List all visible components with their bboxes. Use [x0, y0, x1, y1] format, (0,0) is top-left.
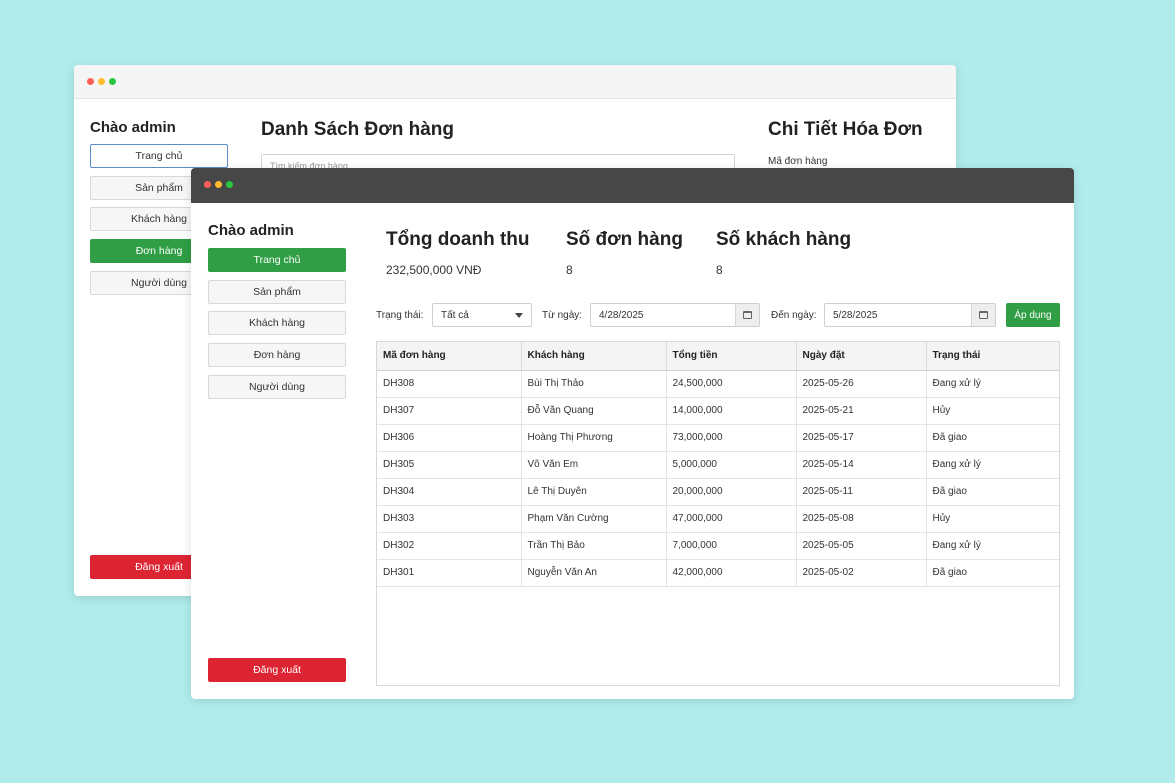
chevron-down-icon: [515, 313, 523, 318]
to-date-value: 5/28/2025: [833, 310, 878, 321]
table-row[interactable]: DH308 Bùi Thị Thảo 24,500,000 2025-05-26…: [377, 370, 1059, 398]
order-id-cell: DH305: [377, 451, 522, 479]
date-cell: 2025-05-08: [796, 505, 927, 533]
column-header[interactable]: Tổng tiền: [666, 342, 797, 371]
order-count-value: 8: [566, 263, 573, 277]
order-id-cell: DH303: [377, 505, 522, 533]
status-filter-label: Trạng thái:: [376, 310, 424, 321]
customer-cell: Nguyễn Văn An: [521, 559, 667, 587]
column-header[interactable]: Trạng thái: [926, 342, 1059, 371]
table-row[interactable]: DH307 Đỗ Văn Quang 14,000,000 2025-05-21…: [377, 397, 1059, 425]
from-date-label: Từ ngày:: [542, 310, 583, 321]
date-cell: 2025-05-11: [796, 478, 927, 506]
status-cell: Hủy: [926, 397, 1059, 425]
status-cell: Hủy: [926, 505, 1059, 533]
from-date-value: 4/28/2025: [599, 310, 644, 321]
customer-cell: Võ Văn Em: [521, 451, 667, 479]
customer-cell: Đỗ Văn Quang: [521, 397, 667, 425]
total-cell: 42,000,000: [666, 559, 797, 587]
total-cell: 20,000,000: [666, 478, 797, 506]
status-cell: Đã giao: [926, 424, 1059, 452]
status-cell: Đang xử lý: [926, 370, 1059, 398]
order-id-cell: DH301: [377, 559, 522, 587]
status-filter-value: Tất cả: [441, 310, 469, 321]
greeting: Chào admin: [90, 119, 176, 136]
title-bar: [191, 168, 1074, 203]
total-cell: 14,000,000: [666, 397, 797, 425]
title-bar: [74, 65, 956, 99]
table-row[interactable]: DH306 Hoàng Thị Phương 73,000,000 2025-0…: [377, 424, 1059, 452]
table-row[interactable]: DH303 Phạm Văn Cường 47,000,000 2025-05-…: [377, 505, 1059, 533]
customer-cell: Hoàng Thị Phương: [521, 424, 667, 452]
order-id-cell: DH308: [377, 370, 522, 398]
total-cell: 47,000,000: [666, 505, 797, 533]
greeting: Chào admin: [208, 222, 294, 239]
maximize-window-icon[interactable]: [226, 181, 233, 188]
minimize-window-icon[interactable]: [215, 181, 222, 188]
customer-cell: Bùi Thị Thảo: [521, 370, 667, 398]
customer-cell: Phạm Văn Cường: [521, 505, 667, 533]
date-cell: 2025-05-26: [796, 370, 927, 398]
close-window-icon[interactable]: [204, 181, 211, 188]
to-date-picker[interactable]: 5/28/2025: [824, 303, 996, 327]
minimize-window-icon[interactable]: [98, 78, 105, 85]
calendar-icon[interactable]: [971, 304, 995, 326]
calendar-icon[interactable]: [735, 304, 759, 326]
to-date-label: Đến ngày:: [771, 310, 817, 321]
table-row[interactable]: DH304 Lê Thị Duyên 20,000,000 2025-05-11…: [377, 478, 1059, 506]
total-cell: 24,500,000: [666, 370, 797, 398]
dashboard-window: Chào admin Trang chủ Sản phẩm Khách hàng…: [191, 168, 1074, 699]
date-cell: 2025-05-02: [796, 559, 927, 587]
close-window-icon[interactable]: [87, 78, 94, 85]
maximize-window-icon[interactable]: [109, 78, 116, 85]
revenue-title: Tổng doanh thu: [386, 229, 530, 250]
table-header-row: Mã đơn hàng Khách hàng Tổng tiền Ngày đặ…: [377, 342, 1059, 371]
nav-home-button[interactable]: Trang chủ: [90, 144, 228, 168]
order-id-cell: DH304: [377, 478, 522, 506]
total-cell: 73,000,000: [666, 424, 797, 452]
total-cell: 5,000,000: [666, 451, 797, 479]
from-date-picker[interactable]: 4/28/2025: [590, 303, 760, 327]
date-cell: 2025-05-14: [796, 451, 927, 479]
order-count-title: Số đơn hàng: [566, 229, 683, 250]
column-header[interactable]: Khách hàng: [521, 342, 667, 371]
status-cell: Đang xử lý: [926, 532, 1059, 560]
customer-count-value: 8: [716, 263, 723, 277]
table-row[interactable]: DH301 Nguyễn Văn An 42,000,000 2025-05-0…: [377, 559, 1059, 587]
invoice-detail-title: Chi Tiết Hóa Đơn: [768, 119, 923, 140]
status-cell: Đã giao: [926, 478, 1059, 506]
column-header[interactable]: Ngày đặt: [796, 342, 927, 371]
total-cell: 7,000,000: [666, 532, 797, 560]
nav-products-button[interactable]: Sản phẩm: [208, 280, 346, 304]
nav-orders-button[interactable]: Đơn hàng: [208, 343, 346, 367]
nav-home-button[interactable]: Trang chủ: [208, 248, 346, 272]
date-cell: 2025-05-21: [796, 397, 927, 425]
status-filter-select[interactable]: Tất cả: [432, 303, 532, 327]
order-id-cell: DH307: [377, 397, 522, 425]
nav-customers-button[interactable]: Khách hàng: [208, 311, 346, 335]
order-id-cell: DH306: [377, 424, 522, 452]
apply-filter-button[interactable]: Áp dụng: [1006, 303, 1060, 327]
column-header[interactable]: Mã đơn hàng: [377, 342, 522, 371]
orders-table: Mã đơn hàng Khách hàng Tổng tiền Ngày đặ…: [376, 341, 1060, 686]
revenue-value: 232,500,000 VNĐ: [386, 263, 482, 277]
customer-cell: Trần Thị Bảo: [521, 532, 667, 560]
status-cell: Đang xử lý: [926, 451, 1059, 479]
table-row[interactable]: DH305 Võ Văn Em 5,000,000 2025-05-14 Đan…: [377, 451, 1059, 479]
status-cell: Đã giao: [926, 559, 1059, 587]
page-title: Danh Sách Đơn hàng: [261, 119, 454, 140]
customer-cell: Lê Thị Duyên: [521, 478, 667, 506]
table-row[interactable]: DH302 Trần Thị Bảo 7,000,000 2025-05-05 …: [377, 532, 1059, 560]
logout-button[interactable]: Đăng xuất: [208, 658, 346, 682]
customer-count-title: Số khách hàng: [716, 229, 852, 250]
nav-users-button[interactable]: Người dùng: [208, 375, 346, 399]
order-id-cell: DH302: [377, 532, 522, 560]
order-id-label: Mã đơn hàng: [768, 156, 828, 167]
date-cell: 2025-05-17: [796, 424, 927, 452]
date-cell: 2025-05-05: [796, 532, 927, 560]
